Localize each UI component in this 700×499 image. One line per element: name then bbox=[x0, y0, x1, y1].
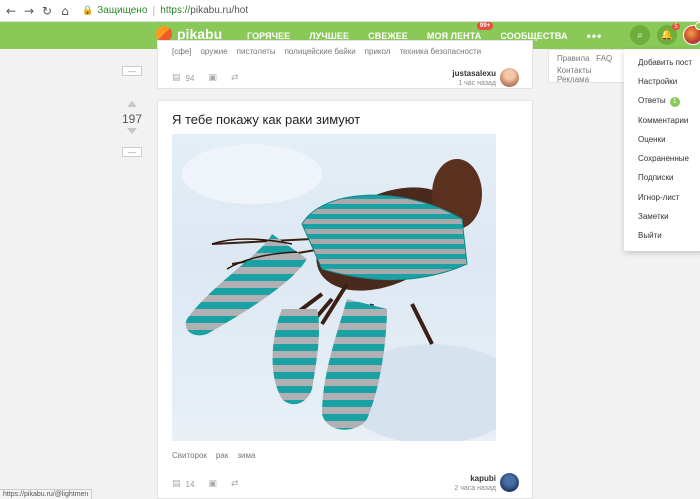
menu-replies-label: Ответы bbox=[638, 96, 666, 105]
tag-crayfish[interactable]: рак bbox=[216, 451, 228, 460]
footer-links-block: Правила FAQ Контакты Реклама bbox=[548, 49, 628, 84]
share-icon[interactable]: ⇄ bbox=[231, 73, 239, 83]
home-icon[interactable]: ⌂ bbox=[58, 4, 72, 18]
menu-best[interactable]: Лучшее bbox=[309, 31, 349, 41]
tag-winter[interactable]: зима bbox=[237, 451, 255, 460]
tag[interactable]: полицейские байки bbox=[285, 47, 356, 56]
link-rules[interactable]: Правила bbox=[557, 54, 589, 63]
tag[interactable]: пистолеты bbox=[237, 47, 276, 56]
menu-communities[interactable]: Сообщества bbox=[500, 31, 567, 41]
tag[interactable]: оружие bbox=[200, 47, 227, 56]
vote-up-icon[interactable] bbox=[127, 101, 137, 107]
menu-replies[interactable]: Ответы 1 bbox=[638, 96, 680, 107]
post-rating: 197 bbox=[121, 112, 143, 126]
post-time: 2 часа назад bbox=[454, 485, 496, 492]
menu-add-post[interactable]: Добавить пост bbox=[638, 58, 692, 67]
share-icon[interactable]: ⇄ bbox=[231, 479, 239, 489]
menu-ratings[interactable]: Оценки bbox=[638, 135, 666, 144]
menu-notes[interactable]: Заметки bbox=[638, 212, 669, 221]
user-dropdown-menu: Добавить пост Настройки Ответы 1 Коммента… bbox=[624, 49, 700, 251]
forward-icon[interactable]: → bbox=[22, 4, 36, 18]
lock-icon[interactable]: 🔒 bbox=[82, 6, 93, 16]
menu-ignore-list[interactable]: Игнор-лист bbox=[638, 193, 679, 202]
menu-saved[interactable]: Сохраненные bbox=[638, 154, 689, 163]
back-icon[interactable]: ← bbox=[4, 4, 18, 18]
tag[interactable]: [сфе] bbox=[172, 47, 191, 56]
post-title[interactable]: Я тебе покажу как раки зимуют bbox=[172, 112, 360, 127]
prev-post-card: [сфе] оружие пистолеты полицейские байки… bbox=[157, 40, 533, 89]
author-avatar[interactable] bbox=[500, 473, 519, 492]
comment-count: 94 bbox=[185, 73, 195, 83]
url-path: pikabu.ru/hot bbox=[190, 5, 249, 16]
prev-post-stats: ▤ 94 ▣ ⇄ bbox=[172, 73, 252, 83]
menu-hot[interactable]: Горячее bbox=[247, 31, 290, 41]
prev-post-tags: [сфе] оружие пистолеты полицейские байки… bbox=[172, 47, 490, 56]
comment-icon[interactable]: ▤ bbox=[172, 73, 181, 83]
feed-count-badge: 99+ bbox=[476, 21, 494, 30]
url-separator: | bbox=[152, 4, 156, 17]
browser-status-url: https://pikabu.ru/@lightmen bbox=[0, 489, 93, 499]
collapse-button[interactable]: — bbox=[122, 66, 142, 76]
save-icon[interactable]: ▣ bbox=[208, 73, 217, 83]
menu-comments[interactable]: Комментарии bbox=[638, 116, 688, 125]
url-scheme: https:// bbox=[160, 5, 191, 16]
browser-toolbar: ← → ↻ ⌂ 🔒 Защищено | https://pikabu.ru/h… bbox=[0, 0, 700, 22]
link-faq[interactable]: FAQ bbox=[596, 54, 612, 63]
comment-icon[interactable]: ▤ bbox=[172, 479, 181, 489]
notification-count: 5 bbox=[672, 23, 680, 30]
author-name[interactable]: justasalexu bbox=[452, 69, 496, 78]
tag-sweater[interactable]: Свиторок bbox=[172, 451, 207, 460]
post-stats: ▤ 14 ▣ ⇄ bbox=[172, 479, 252, 489]
menu-my-feed[interactable]: Моя лента 99+ bbox=[426, 21, 494, 41]
menu-subscriptions[interactable]: Подписки bbox=[638, 173, 673, 182]
crayfish-in-sweater-image bbox=[182, 144, 496, 441]
post-image[interactable] bbox=[172, 134, 496, 441]
link-ads[interactable]: Реклама bbox=[557, 75, 589, 84]
bell-icon[interactable]: 🔔 5 bbox=[657, 23, 680, 45]
post-time: 1 час назад bbox=[458, 80, 496, 87]
footer-links-row2: Контакты Реклама bbox=[557, 66, 627, 84]
tag[interactable]: прикол bbox=[365, 47, 391, 56]
replies-count-badge: 1 bbox=[669, 97, 680, 107]
search-icon[interactable]: ⌕ bbox=[630, 25, 650, 45]
prev-post-author: justasalexu 1 час назад bbox=[452, 69, 496, 87]
vote-down-icon[interactable] bbox=[127, 128, 137, 134]
author-avatar[interactable] bbox=[500, 68, 519, 87]
menu-fresh[interactable]: Свежее bbox=[368, 31, 408, 41]
collapse-button[interactable]: — bbox=[122, 147, 142, 157]
menu-my-feed-label: Моя лента bbox=[426, 30, 482, 41]
secure-label[interactable]: Защищено bbox=[97, 5, 147, 16]
post-tags: Свиторок рак зима bbox=[172, 451, 264, 460]
reload-icon[interactable]: ↻ bbox=[40, 4, 54, 18]
post-card: Я тебе покажу как раки зимуют Свиторок р… bbox=[157, 100, 533, 499]
author-name[interactable]: kapubi bbox=[454, 474, 496, 483]
avatar-status-dot bbox=[695, 22, 700, 30]
menu-logout[interactable]: Выйти bbox=[638, 231, 662, 240]
menu-settings[interactable]: Настройки bbox=[638, 77, 677, 86]
address-bar[interactable]: https://pikabu.ru/hot bbox=[160, 5, 248, 16]
link-contacts[interactable]: Контакты bbox=[557, 66, 592, 75]
post-author: kapubi 2 часа назад bbox=[454, 474, 496, 492]
tag[interactable]: техника безопасности bbox=[399, 47, 481, 56]
footer-links-row1: Правила FAQ bbox=[557, 54, 612, 63]
more-menu-button[interactable]: ••• bbox=[587, 29, 603, 43]
save-icon[interactable]: ▣ bbox=[208, 479, 217, 489]
comment-count: 14 bbox=[185, 479, 195, 489]
